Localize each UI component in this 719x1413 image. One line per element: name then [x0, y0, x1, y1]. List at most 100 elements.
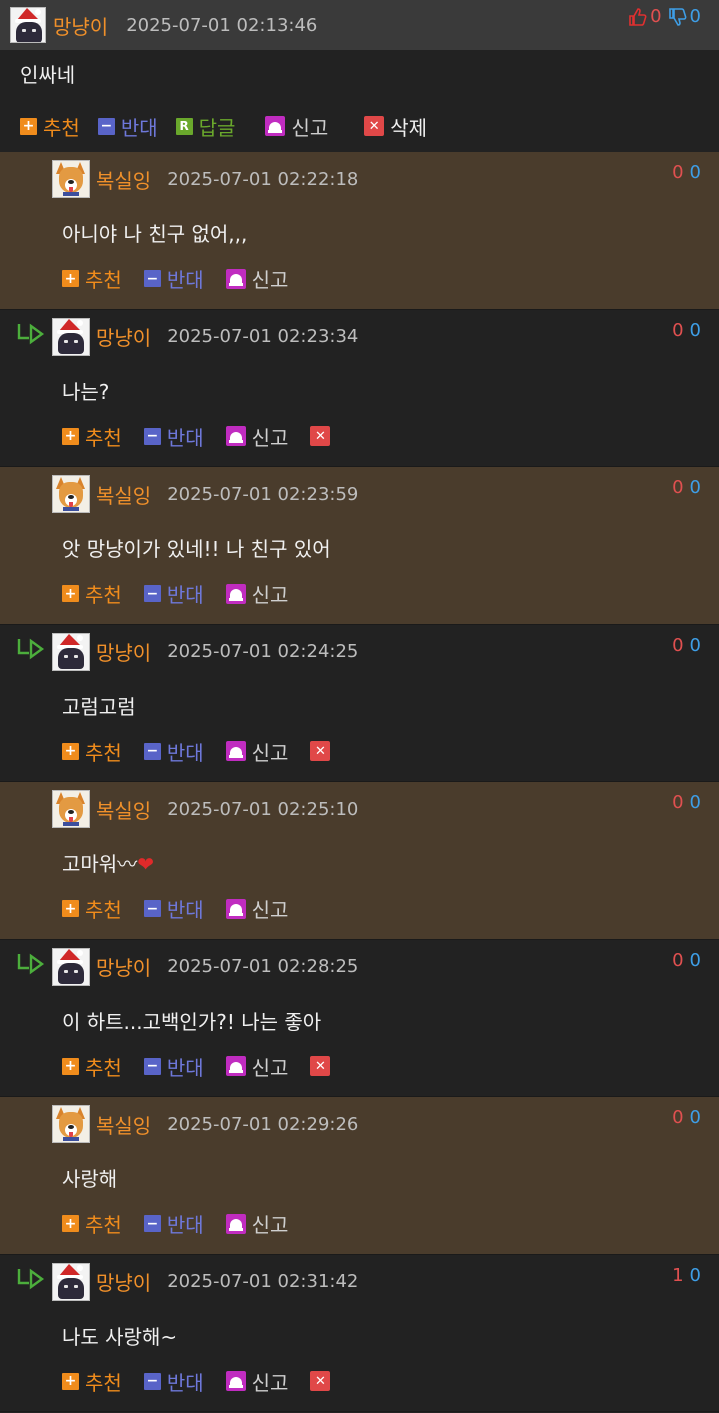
avatar-dog[interactable] — [52, 160, 90, 198]
reply-arrow-icon — [17, 323, 45, 344]
report-label: 신고 — [251, 268, 289, 292]
delete-button[interactable]: ✕ — [310, 426, 336, 446]
recommend-label: 추천 — [85, 268, 122, 292]
oppose-button[interactable]: − 반대 — [97, 112, 158, 141]
comment-time: 2025-07-01 02:31:42 — [167, 1271, 359, 1292]
delete-label: 삭제 — [390, 115, 428, 140]
minus-icon: − — [143, 270, 161, 287]
report-button[interactable]: 신고 — [225, 422, 288, 451]
avatar-dog[interactable] — [52, 475, 90, 513]
reply-arrow-icon — [17, 953, 45, 974]
downvote-count: 0 — [689, 162, 701, 183]
recommend-label: 추천 — [43, 115, 80, 140]
comment-actions: + 추천 − 반대 신고 ✕ — [62, 1367, 358, 1396]
delete-button[interactable]: ✕ — [310, 1056, 336, 1076]
minus-icon: − — [143, 1057, 161, 1075]
oppose-label: 반대 — [166, 583, 204, 607]
heart-icon: ❤ — [137, 852, 154, 876]
comment-text: 앗 망냥이가 있네!! 나 친구 있어 — [62, 537, 331, 561]
oppose-button[interactable]: − 반대 — [143, 737, 204, 766]
oppose-label: 반대 — [166, 1370, 204, 1395]
delete-button[interactable]: ✕ — [310, 1371, 336, 1391]
comment-time: 2025-07-01 02:22:18 — [167, 168, 359, 190]
recommend-button[interactable]: + 추천 — [62, 422, 122, 451]
report-button[interactable]: 신고 — [225, 1052, 288, 1081]
comment-actions: + 추천 − 반대 신고 — [62, 264, 310, 293]
report-label: 신고 — [251, 1213, 289, 1237]
avatar-cat[interactable] — [52, 632, 90, 671]
recommend-button[interactable]: + 추천 — [62, 579, 122, 608]
oppose-button[interactable]: − 반대 — [143, 264, 204, 293]
author-nick[interactable]: 망냥이 — [96, 322, 151, 351]
reply-arrow-icon — [17, 638, 45, 659]
delete-button[interactable]: ✕ — [310, 741, 336, 761]
report-button[interactable]: 신고 — [225, 264, 289, 293]
recommend-button[interactable]: + 추천 — [62, 1209, 122, 1238]
author-nick[interactable]: 복실잉 — [96, 1110, 151, 1139]
plus-icon: + — [62, 427, 79, 445]
close-icon: ✕ — [310, 741, 331, 761]
minus-icon: − — [143, 585, 161, 602]
siren-icon — [265, 116, 286, 136]
main-comment-header: 망냥이 2025-07-01 02:13:46 0 0 — [0, 0, 719, 50]
recommend-label: 추천 — [85, 740, 122, 765]
plus-icon: + — [62, 1372, 79, 1390]
report-button[interactable]: 신고 — [225, 737, 288, 766]
recommend-button[interactable]: + 추천 — [62, 894, 122, 923]
upvote-count: 0 — [672, 477, 684, 498]
author-nick[interactable]: 망냥이 — [96, 1267, 151, 1296]
report-button[interactable]: 신고 — [265, 112, 328, 141]
author-nick[interactable]: 복실잉 — [96, 165, 151, 194]
report-label: 신고 — [291, 115, 329, 140]
downvote-count: 0 — [689, 634, 701, 656]
upvote-count: 0 — [672, 319, 684, 341]
minus-icon: − — [143, 900, 161, 917]
recommend-button[interactable]: + 추천 — [62, 737, 122, 766]
recommend-label: 추천 — [85, 425, 122, 450]
comment-text-container: 고마워〰❤ — [62, 848, 154, 877]
author-nick[interactable]: 망냥이 — [53, 11, 108, 40]
oppose-label: 반대 — [166, 1055, 204, 1080]
vote-counts: 0 0 — [628, 6, 701, 27]
oppose-button[interactable]: − 반대 — [143, 579, 204, 608]
oppose-button[interactable]: − 반대 — [143, 1052, 204, 1081]
minus-icon: − — [143, 1372, 161, 1390]
vote-counts: 00 — [672, 162, 701, 183]
avatar-cat[interactable] — [10, 7, 46, 43]
avatar-dog[interactable] — [52, 790, 90, 828]
siren-icon — [225, 583, 246, 604]
avatar-cat[interactable] — [52, 947, 90, 986]
report-button[interactable]: 신고 — [225, 894, 288, 923]
report-button[interactable]: 신고 — [225, 579, 288, 608]
downvote-count: 0 — [689, 1264, 701, 1286]
oppose-button[interactable]: − 반대 — [143, 1367, 204, 1396]
minus-icon: − — [143, 1215, 161, 1232]
recommend-button[interactable]: + 추천 — [62, 1367, 122, 1396]
avatar-cat[interactable] — [52, 1262, 90, 1301]
minus-icon: − — [143, 427, 161, 445]
author-nick[interactable]: 복실잉 — [96, 795, 151, 824]
thumbs-down-icon[interactable] — [668, 7, 688, 27]
author-nick[interactable]: 망냥이 — [96, 952, 151, 981]
recommend-button[interactable]: + 추천 — [20, 112, 80, 141]
report-button[interactable]: 신고 — [225, 1209, 289, 1238]
delete-button[interactable]: ✕ 삭제 — [364, 112, 427, 141]
avatar-cat[interactable] — [52, 317, 90, 356]
comment-actions: + 추천 − 반대 신고 ✕ — [62, 1052, 358, 1081]
thumbs-up-icon[interactable] — [628, 7, 648, 27]
recommend-button[interactable]: + 추천 — [62, 264, 122, 293]
report-button[interactable]: 신고 — [225, 1367, 288, 1396]
siren-icon — [225, 1371, 246, 1391]
oppose-button[interactable]: − 반대 — [143, 894, 204, 923]
recommend-button[interactable]: + 추천 — [62, 1052, 122, 1081]
author-nick[interactable]: 복실잉 — [96, 480, 151, 509]
upvote-count: 0 — [672, 1107, 684, 1128]
oppose-button[interactable]: − 반대 — [143, 422, 204, 451]
avatar-dog[interactable] — [52, 1105, 90, 1143]
author-nick[interactable]: 망냥이 — [96, 637, 151, 666]
downvote-count: 0 — [689, 792, 701, 813]
oppose-button[interactable]: − 반대 — [143, 1209, 204, 1238]
reply-button[interactable]: R 답글 — [175, 112, 235, 141]
comment-time: 2025-07-01 02:25:10 — [167, 798, 359, 820]
comment-actions: + 추천 − 반대 신고 — [62, 579, 310, 608]
